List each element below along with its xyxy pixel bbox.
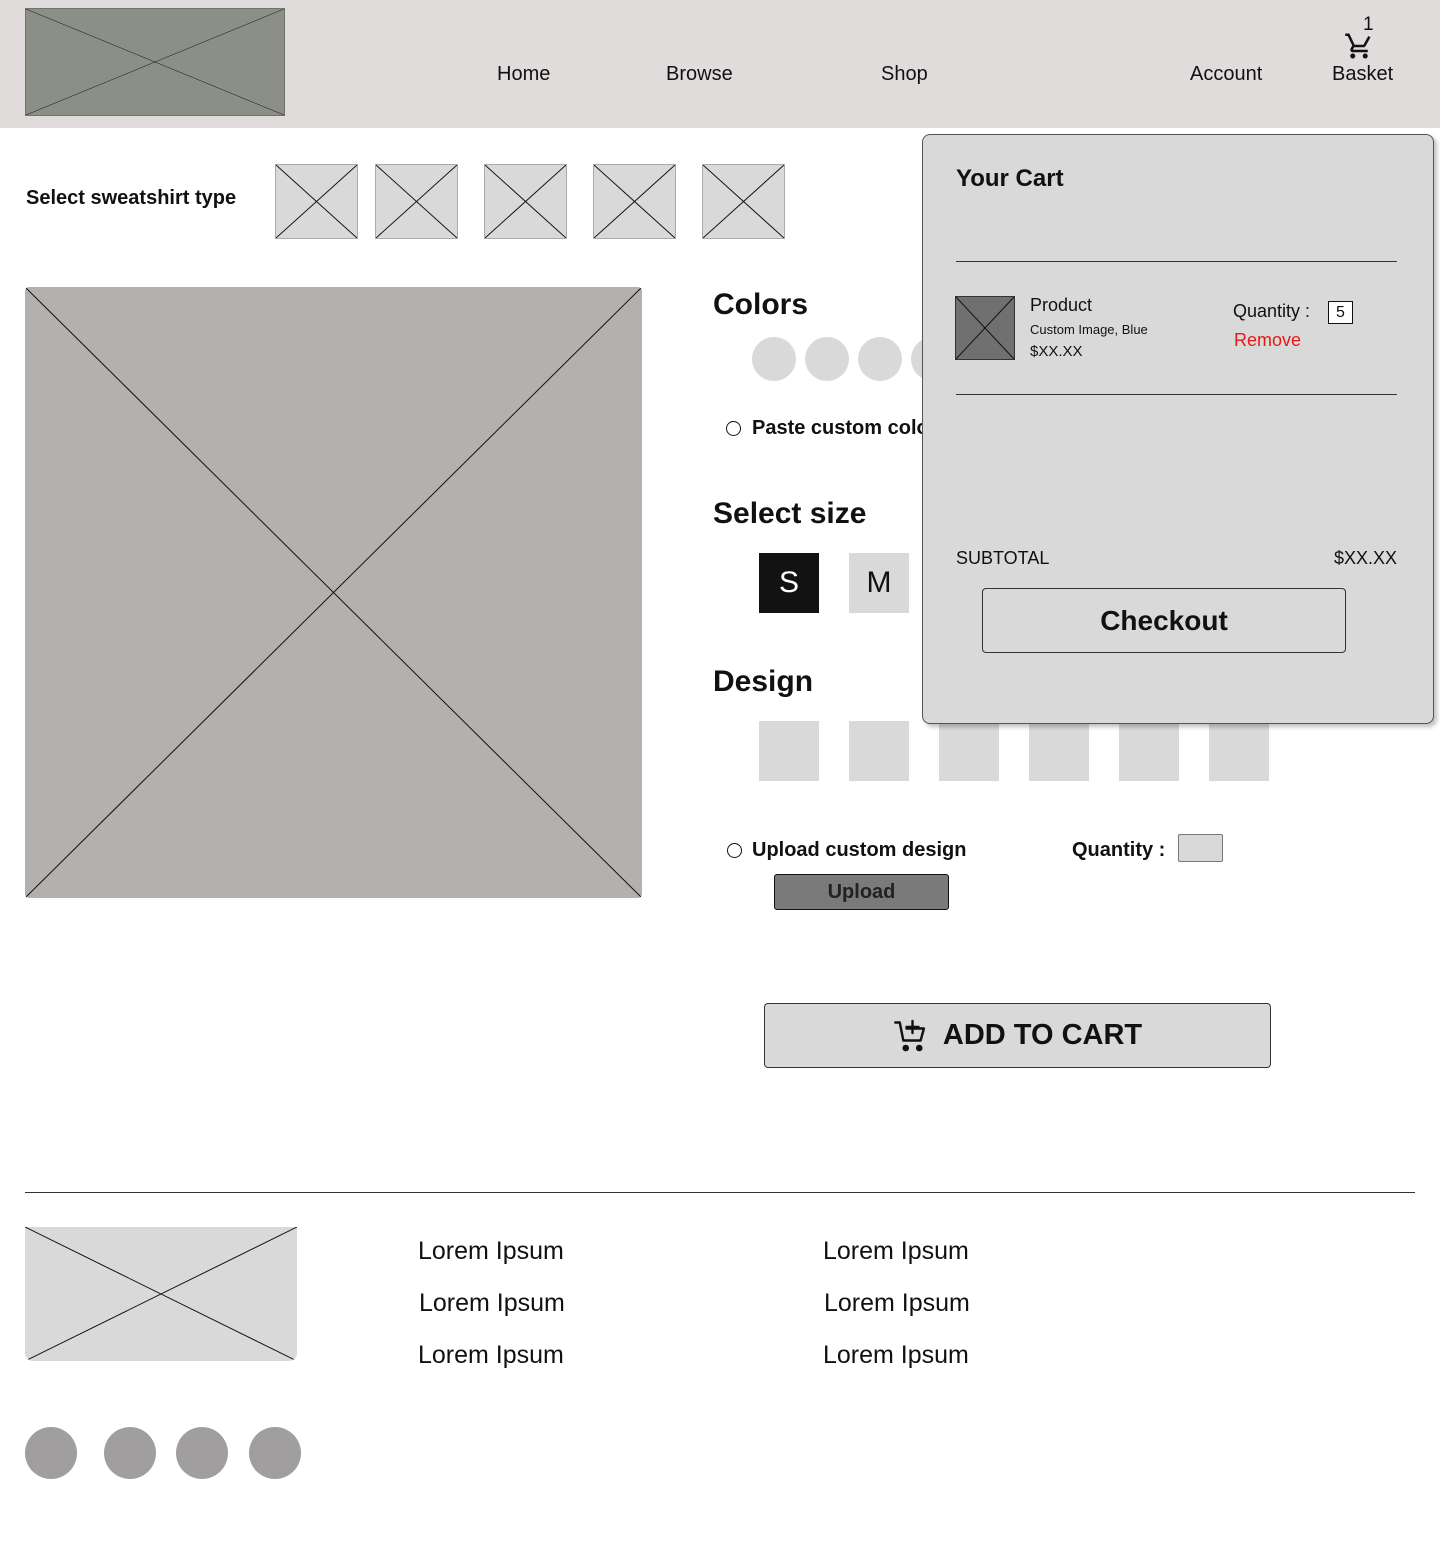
social-icon[interactable] [176,1427,228,1479]
color-swatch[interactable] [752,337,796,381]
upload-button[interactable]: Upload [774,874,949,910]
cart-title: Your Cart [956,165,1064,192]
divider [956,261,1397,262]
footer-link[interactable]: Lorem Ipsum [418,1237,564,1266]
colors-heading: Colors [713,288,809,321]
sweatshirt-type-option[interactable] [375,164,458,239]
upload-design-radio[interactable] [727,843,742,858]
nav-basket[interactable]: Basket [1332,63,1393,86]
size-option-m[interactable]: M [849,553,909,613]
design-option[interactable] [849,721,909,781]
design-option[interactable] [1209,721,1269,781]
image-placeholder-icon [276,165,357,238]
footer-link[interactable]: Lorem Ipsum [824,1289,970,1318]
product-preview-image [25,287,642,898]
cart-item-remove-link[interactable]: Remove [1234,330,1301,351]
site-logo[interactable] [25,8,285,116]
sweatshirt-type-option[interactable] [702,164,785,239]
image-placeholder-icon [594,165,675,238]
sweatshirt-type-label: Select sweatshirt type [26,187,237,209]
social-icon[interactable] [25,1427,77,1479]
design-heading: Design [713,665,814,698]
design-option[interactable] [939,721,999,781]
footer-divider [25,1192,1415,1193]
cart-item-price: $XX.XX [1030,343,1083,360]
size-heading: Select size [713,497,867,530]
paste-color-radio[interactable] [726,421,741,436]
size-option-s[interactable]: S [759,553,819,613]
design-option[interactable] [1029,721,1089,781]
cart-item-quantity-label: Quantity : [1233,301,1311,321]
cart-icon[interactable] [1343,31,1375,61]
social-icon[interactable] [249,1427,301,1479]
add-to-cart-label: ADD TO CART [942,1019,1143,1051]
sweatshirt-type-option[interactable] [275,164,358,239]
nav-home[interactable]: Home [497,63,550,86]
cart-item-image [955,296,1015,360]
design-option[interactable] [759,721,819,781]
design-option[interactable] [1119,721,1179,781]
cart-item-options: Custom Image, Blue [1030,322,1148,337]
image-placeholder-icon [376,165,457,238]
add-to-cart-icon [893,1019,925,1051]
nav-account[interactable]: Account [1190,63,1262,86]
nav-browse[interactable]: Browse [666,63,733,86]
color-swatch[interactable] [858,337,902,381]
cart-item-quantity-input[interactable]: 5 [1328,301,1353,324]
social-icon[interactable] [104,1427,156,1479]
subtotal-value: $XX.XX [1333,548,1397,568]
footer-logo[interactable] [25,1227,297,1361]
quantity-input[interactable] [1178,834,1223,862]
footer-link[interactable]: Lorem Ipsum [823,1237,969,1266]
image-placeholder-icon [485,165,566,238]
upload-design-label: Upload custom design [752,839,967,861]
image-placeholder-icon [703,165,784,238]
footer-link[interactable]: Lorem Ipsum [823,1341,969,1370]
image-placeholder-icon [26,9,284,115]
subtotal-label: SUBTOTAL [956,548,1050,568]
footer-link[interactable]: Lorem Ipsum [418,1341,564,1370]
nav-shop[interactable]: Shop [881,63,928,86]
footer-link[interactable]: Lorem Ipsum [419,1289,565,1318]
checkout-button[interactable]: Checkout [982,588,1346,653]
divider [956,394,1397,395]
sweatshirt-type-option[interactable] [484,164,567,239]
cart-item-name: Product [1030,295,1093,315]
color-swatch[interactable] [805,337,849,381]
cart-dropdown-panel: Your Cart Product Custom Image, Blue $XX… [922,134,1434,724]
quantity-label: Quantity : [1072,839,1166,861]
image-placeholder-icon [25,287,642,898]
sweatshirt-type-option[interactable] [593,164,676,239]
image-placeholder-icon [956,297,1014,359]
image-placeholder-icon [25,1227,297,1361]
add-to-cart-button[interactable]: ADD TO CART [764,1003,1271,1068]
paste-color-label: Paste custom color [752,417,937,439]
